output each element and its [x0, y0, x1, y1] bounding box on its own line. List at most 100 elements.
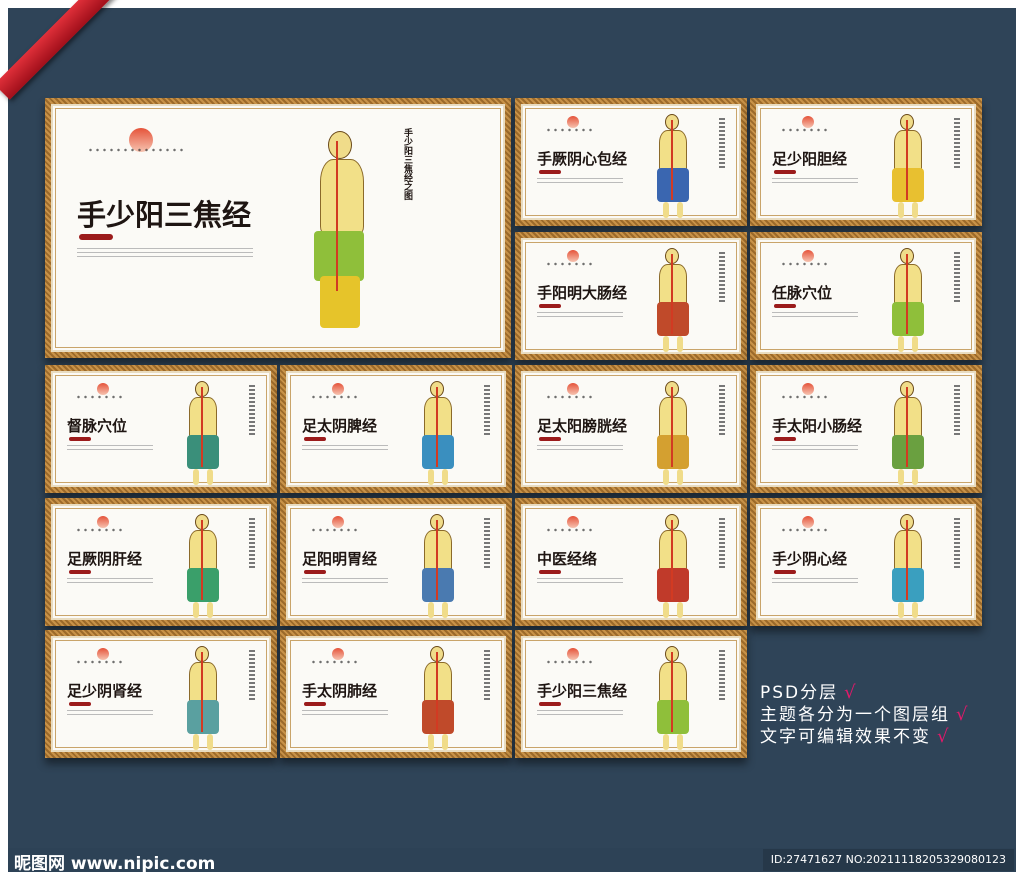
poster-title: 足少阳胆经: [772, 150, 848, 168]
poster-title: 足厥阴肝经: [67, 550, 143, 568]
image-id: ID:27471627 NO:20211118205329080123: [762, 849, 1014, 871]
meridian-figure: [183, 646, 227, 750]
sun-icon: [97, 648, 109, 660]
meridian-figure: [653, 248, 697, 352]
body-text: [302, 445, 388, 453]
poster-title: 手太阴肺经: [302, 682, 378, 700]
birds-decoration: [75, 528, 125, 532]
poster-card: 任脉穴位: [750, 232, 982, 360]
poster-card: 足少阳胆经: [750, 98, 982, 226]
sun-icon: [332, 383, 344, 395]
sun-icon: [802, 516, 814, 528]
seal: [79, 234, 113, 240]
seal: [774, 304, 796, 308]
seal: [539, 570, 561, 574]
body-text: [67, 578, 153, 586]
seal: [774, 437, 796, 441]
meridian-figure: [653, 114, 697, 218]
sun-icon: [567, 250, 579, 262]
vertical-caption: [954, 252, 960, 302]
vertical-caption: [484, 518, 490, 568]
body-text: [77, 248, 253, 260]
vertical-caption: [484, 650, 490, 700]
site-logo[interactable]: 昵图网 www.nipic.com: [14, 849, 215, 874]
body-text: [772, 178, 858, 186]
check-icon: √: [937, 726, 951, 747]
sun-icon: [567, 116, 579, 128]
body-text: [537, 312, 623, 320]
check-icon: √: [844, 682, 858, 703]
poster-title: 手少阴心经: [772, 550, 848, 568]
sun-icon: [802, 250, 814, 262]
vertical-caption: [719, 650, 725, 700]
seal: [539, 304, 561, 308]
birds-decoration: [780, 395, 830, 399]
check-icon: √: [956, 704, 970, 725]
vertical-caption: [249, 385, 255, 435]
vertical-caption: [954, 118, 960, 168]
meridian-figure: [888, 114, 932, 218]
birds-decoration: [545, 660, 595, 664]
meridian-figure: [308, 131, 388, 331]
feature-item: PSD分层 √: [760, 682, 858, 703]
seal: [539, 170, 561, 174]
body-text: [772, 578, 858, 586]
poster-title: 足阳明胃经: [302, 550, 378, 568]
vertical-caption: [249, 518, 255, 568]
sun-icon: [97, 383, 109, 395]
poster-card: 手太阳小肠经: [750, 365, 982, 493]
body-text: [772, 312, 858, 320]
seal: [774, 570, 796, 574]
sun-icon: [802, 116, 814, 128]
poster-title: 足太阴脾经: [302, 417, 378, 435]
main-poster-side-title: 手少阳三焦经之图: [402, 128, 412, 200]
poster-card: 足太阴脾经: [280, 365, 512, 493]
birds-decoration: [310, 660, 360, 664]
poster-title: 手少阳三焦经: [537, 682, 628, 700]
vertical-caption: [484, 385, 490, 435]
sun-icon: [332, 516, 344, 528]
body-text: [67, 445, 153, 453]
poster-card: 手厥阴心包经: [515, 98, 747, 226]
poster-title: 中医经络: [537, 550, 598, 568]
poster-title: 手太阳小肠经: [772, 417, 863, 435]
body-text: [302, 710, 388, 718]
poster-title: 手阳明大肠经: [537, 284, 628, 302]
body-text: [537, 578, 623, 586]
vertical-caption: [719, 252, 725, 302]
vertical-caption: [719, 118, 725, 168]
body-text: [537, 445, 623, 453]
seal: [69, 570, 91, 574]
poster-card: 手少阳三焦经: [515, 630, 747, 758]
vertical-caption: [719, 385, 725, 435]
birds-decoration: [545, 395, 595, 399]
body-text: [772, 445, 858, 453]
birds-decoration: [545, 528, 595, 532]
body-text: [67, 710, 153, 718]
meridian-figure: [653, 381, 697, 485]
birds-decoration: [310, 395, 360, 399]
poster-title: 足太阳膀胱经: [537, 417, 628, 435]
sun-icon: [567, 383, 579, 395]
birds-decoration: [310, 528, 360, 532]
poster-card: 手少阴心经: [750, 498, 982, 626]
feature-item: 主题各分为一个图层组 √: [760, 704, 970, 725]
poster-card: 足少阴肾经: [45, 630, 277, 758]
poster-card: 足太阳膀胱经: [515, 365, 747, 493]
main-poster: 手少阳三焦经 手少阳三焦经之图: [45, 98, 511, 358]
meridian-figure: [183, 514, 227, 618]
birds-decoration: [545, 262, 595, 266]
seal: [304, 702, 326, 706]
meridian-figure: [888, 514, 932, 618]
main-poster-title: 手少阳三焦经: [77, 198, 252, 232]
poster-title: 督脉穴位: [67, 417, 128, 435]
birds-decoration: [545, 128, 595, 132]
seal: [539, 437, 561, 441]
poster-card: 足厥阴肝经: [45, 498, 277, 626]
body-text: [302, 578, 388, 586]
meridian-figure: [653, 514, 697, 618]
poster-card: 督脉穴位: [45, 365, 277, 493]
seal: [774, 170, 796, 174]
meridian-figure: [653, 646, 697, 750]
birds-decoration: [780, 128, 830, 132]
